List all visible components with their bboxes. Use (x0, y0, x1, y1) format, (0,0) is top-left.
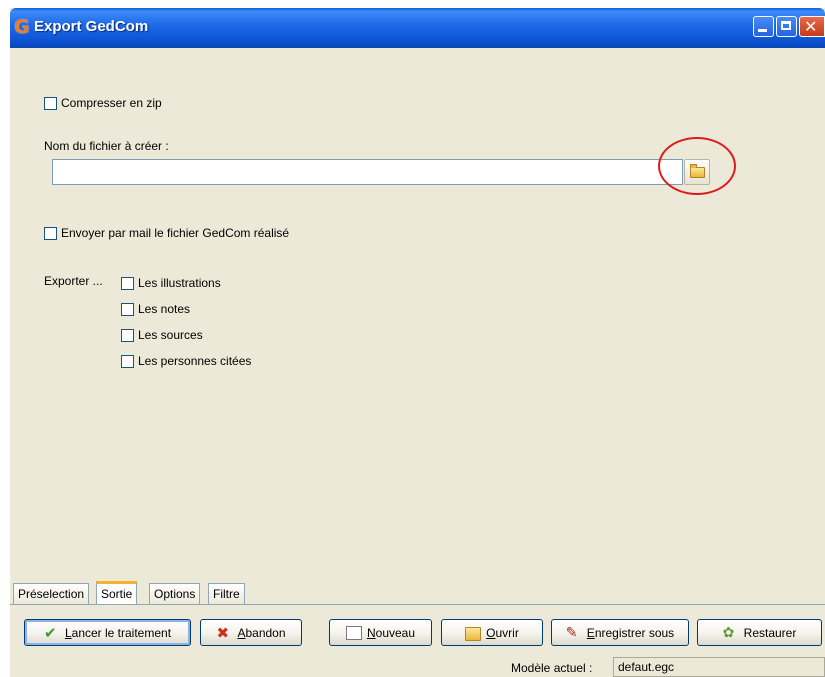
tab-strip: Préselection Sortie Options Filtre (10, 581, 825, 605)
maximize-icon (781, 21, 791, 30)
tab-options[interactable]: Options (149, 583, 201, 604)
compress-zip-option[interactable]: Compresser en zip (44, 96, 162, 110)
open-button-label: Ouvrir (486, 625, 519, 640)
maximize-button[interactable] (776, 16, 797, 37)
folder-icon (690, 164, 705, 178)
export-persons-label: Les personnes citées (138, 354, 252, 368)
compress-zip-checkbox[interactable] (44, 96, 57, 110)
run-button-label: Lancer le traitement (64, 625, 172, 640)
browse-folder-button[interactable] (684, 159, 710, 185)
save-as-button[interactable]: ✎ Enregistrer sous (551, 619, 689, 646)
export-illustrations-checkbox[interactable] (121, 276, 134, 290)
cross-icon: ✖ (216, 623, 230, 642)
export-sources-checkbox[interactable] (121, 328, 134, 342)
export-notes-checkbox[interactable] (121, 302, 134, 316)
title-bar[interactable]: G Export GedCom ✕ (10, 8, 825, 48)
filename-label: Nom du fichier à créer : (44, 139, 169, 153)
new-document-icon (345, 625, 362, 640)
model-value: defaut.egc (613, 657, 825, 677)
close-icon: ✕ (804, 17, 818, 36)
export-persons-checkbox[interactable] (121, 354, 134, 368)
send-mail-label: Envoyer par mail le fichier GedCom réali… (61, 226, 290, 240)
save-as-icon: ✎ (565, 624, 578, 641)
export-sources-option[interactable]: Les sources (121, 328, 203, 342)
send-mail-checkbox[interactable] (44, 226, 57, 240)
app-g-icon: G (14, 16, 30, 38)
export-sources-label: Les sources (138, 328, 203, 342)
filename-input[interactable] (52, 159, 683, 185)
compress-zip-label: Compresser en zip (61, 96, 162, 110)
restore-icon: ✿ (722, 624, 735, 641)
abort-button[interactable]: ✖ Abandon (200, 619, 302, 646)
minimize-icon (758, 29, 767, 32)
tab-preselection[interactable]: Préselection (13, 583, 90, 604)
open-folder-icon (465, 627, 482, 641)
tab-sortie[interactable]: Sortie (96, 581, 138, 605)
abort-button-label: Abandon (237, 625, 286, 640)
minimize-button[interactable] (753, 16, 774, 37)
export-label: Exporter ... (44, 274, 103, 288)
send-mail-option[interactable]: Envoyer par mail le fichier GedCom réali… (44, 226, 289, 240)
window-title: Export GedCom (34, 18, 149, 35)
new-button[interactable]: Nouveau (329, 619, 432, 646)
export-persons-option[interactable]: Les personnes citées (121, 354, 251, 368)
model-label: Modèle actuel : (511, 661, 593, 675)
export-notes-option[interactable]: Les notes (121, 302, 190, 316)
export-notes-label: Les notes (138, 302, 191, 316)
restore-button[interactable]: ✿ Restaurer (697, 619, 822, 646)
export-illustrations-option[interactable]: Les illustrations (121, 276, 221, 290)
export-gedcom-window: G Export GedCom ✕ Compresser en zip Nom … (10, 8, 825, 677)
close-button[interactable]: ✕ (799, 16, 825, 37)
sortie-panel: Compresser en zip Nom du fichier à créer… (10, 48, 825, 584)
open-button[interactable]: Ouvrir (441, 619, 543, 646)
new-button-label: Nouveau (366, 625, 416, 640)
export-illustrations-label: Les illustrations (138, 276, 221, 290)
run-button[interactable]: ✔ Lancer le traitement (24, 619, 191, 646)
tab-filtre[interactable]: Filtre (208, 583, 245, 604)
save-as-button-label: Enregistrer sous (586, 625, 675, 640)
restore-button-label: Restaurer (743, 625, 797, 640)
check-icon: ✔ (43, 623, 57, 642)
